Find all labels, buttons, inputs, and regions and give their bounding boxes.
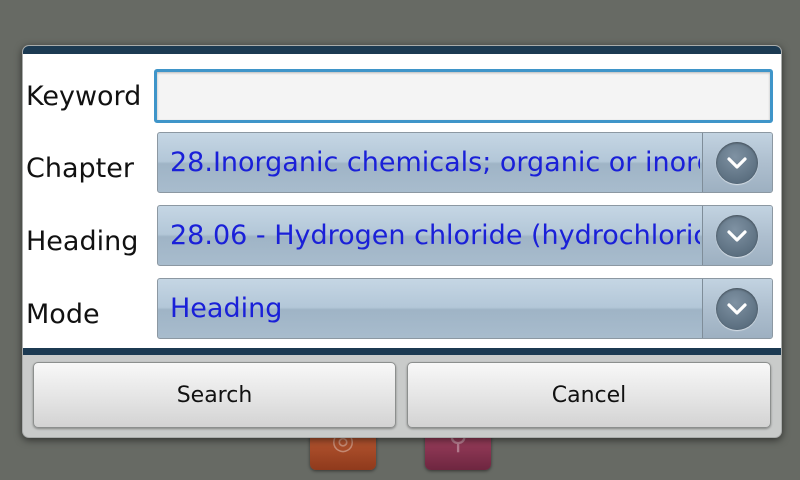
heading-dropdown[interactable]: 28.06 - Hydrogen chloride (hydrochloric … <box>157 205 773 266</box>
heading-selected-value: 28.06 - Hydrogen chloride (hydrochloric … <box>170 220 700 251</box>
search-form: Keyword Chapter 28.Inorganic chemicals; … <box>23 54 781 348</box>
search-button[interactable]: Search <box>33 362 396 428</box>
dialog-top-divider <box>23 46 781 54</box>
chapter-label: Chapter <box>26 153 134 184</box>
heading-dropdown-button[interactable] <box>702 206 772 265</box>
mode-selected-value: Heading <box>170 293 283 324</box>
chevron-down-icon <box>716 288 758 330</box>
heading-label: Heading <box>26 226 139 257</box>
chevron-down-icon <box>716 215 758 257</box>
chapter-selected-value: 28.Inorganic chemicals; organic or inorg… <box>170 147 700 178</box>
keyword-label: Keyword <box>26 81 142 112</box>
mode-dropdown[interactable]: Heading <box>157 278 773 339</box>
dialog-bottom-divider <box>23 348 781 355</box>
screen: ◎ ⚲ Keyword Chapter 28.Inorganic chemica… <box>0 0 800 480</box>
chapter-dropdown[interactable]: 28.Inorganic chemicals; organic or inorg… <box>157 132 773 193</box>
chapter-dropdown-button[interactable] <box>702 133 772 192</box>
keyword-input[interactable] <box>154 69 773 123</box>
chevron-down-icon <box>716 142 758 184</box>
cancel-button[interactable]: Cancel <box>407 362 771 428</box>
mode-dropdown-button[interactable] <box>702 279 772 338</box>
mode-label: Mode <box>26 299 100 330</box>
search-dialog: Keyword Chapter 28.Inorganic chemicals; … <box>22 45 782 438</box>
